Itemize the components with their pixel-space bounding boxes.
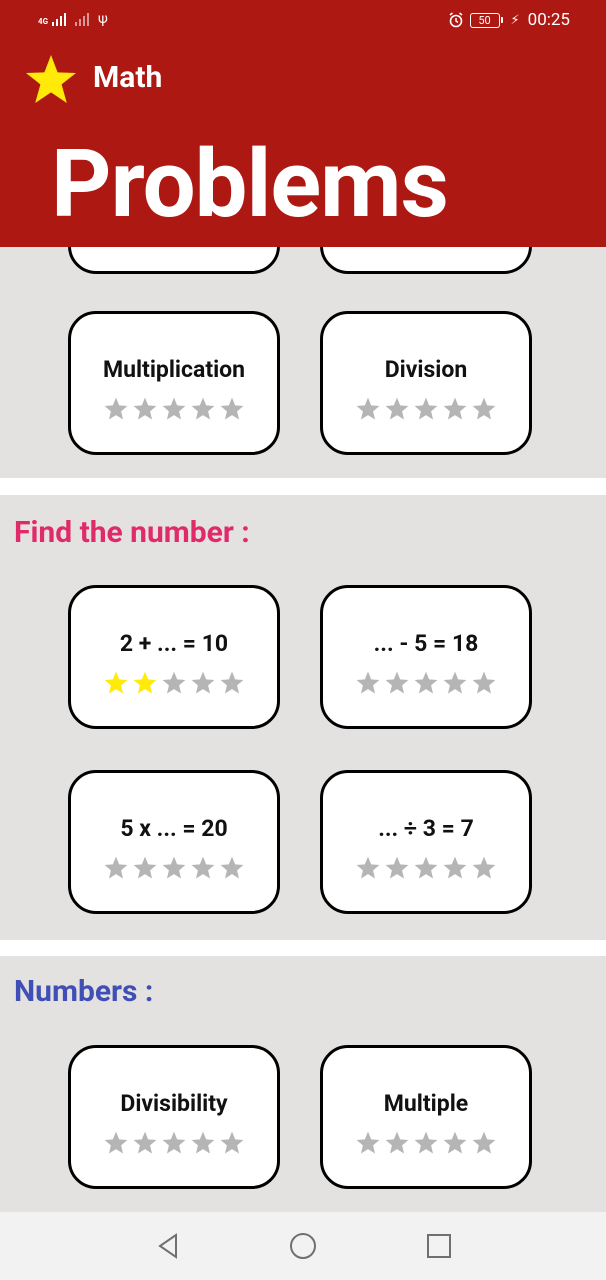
star-filled-icon — [104, 671, 128, 694]
star-empty-icon — [356, 856, 380, 879]
back-icon[interactable] — [153, 1231, 183, 1261]
star-empty-icon — [414, 1131, 438, 1154]
star-rating — [323, 855, 529, 881]
star-empty-icon — [162, 671, 186, 694]
card-find-subtraction[interactable]: ... - 5 = 18 — [320, 585, 532, 729]
star-empty-icon — [356, 397, 380, 420]
star-empty-icon — [472, 671, 496, 694]
star-empty-icon — [414, 671, 438, 694]
star-empty-icon — [385, 397, 409, 420]
network-type-label: 4G — [38, 17, 49, 26]
card-label: 2 + ... = 10 — [119, 630, 229, 657]
star-empty-icon — [472, 1131, 496, 1154]
star-empty-icon — [220, 397, 244, 420]
star-filled-icon — [133, 671, 157, 694]
card-find-multiplication[interactable]: 5 x ... = 20 — [68, 770, 280, 914]
star-empty-icon — [162, 1131, 186, 1154]
section-title-numbers: Numbers : — [14, 974, 154, 1009]
star-empty-icon — [443, 671, 467, 694]
card-divisibility[interactable]: Divisibility — [68, 1045, 280, 1189]
star-empty-icon — [162, 856, 186, 879]
app-header: 4G ψ 50 ⚡ 00:25 Math Problems — [0, 0, 606, 247]
star-empty-icon — [472, 856, 496, 879]
section-find-number: Find the number : 2 + ... = 10 ... - 5 =… — [0, 495, 606, 940]
star-empty-icon — [443, 397, 467, 420]
navigation-bar — [0, 1212, 606, 1280]
card-label: ... ÷ 3 = 7 — [378, 815, 474, 842]
recents-icon[interactable] — [424, 1231, 454, 1261]
star-empty-icon — [191, 397, 215, 420]
page-title: Problems — [51, 129, 449, 239]
no-signal-icon — [75, 12, 90, 26]
card-label: Division — [384, 356, 468, 383]
home-icon[interactable] — [288, 1231, 318, 1261]
star-empty-icon — [472, 397, 496, 420]
star-rating — [71, 1130, 277, 1156]
star-empty-icon — [191, 1131, 215, 1154]
section-numbers: Numbers : Divisibility Multiple — [0, 956, 606, 1216]
star-rating — [323, 396, 529, 422]
signal-icon — [52, 12, 67, 26]
star-empty-icon — [133, 397, 157, 420]
star-rating — [71, 670, 277, 696]
star-empty-icon — [191, 671, 215, 694]
star-empty-icon — [133, 856, 157, 879]
alarm-icon — [449, 12, 462, 28]
star-empty-icon — [385, 1131, 409, 1154]
star-rating — [71, 396, 277, 422]
status-bar: 4G ψ 50 ⚡ 00:25 — [0, 0, 606, 44]
card-find-addition[interactable]: 2 + ... = 10 — [68, 585, 280, 729]
star-empty-icon — [356, 1131, 380, 1154]
card-label: 5 x ... = 20 — [120, 815, 228, 842]
star-empty-icon — [443, 856, 467, 879]
app-name: Math — [93, 60, 163, 95]
card-label: ... - 5 = 18 — [373, 630, 479, 657]
star-empty-icon — [104, 397, 128, 420]
star-empty-icon — [356, 671, 380, 694]
card-label: Divisibility — [120, 1090, 228, 1117]
star-empty-icon — [104, 1131, 128, 1154]
card-label: Multiple — [383, 1090, 469, 1117]
card-multiple[interactable]: Multiple — [320, 1045, 532, 1189]
battery-level: 50 — [469, 12, 500, 28]
star-empty-icon — [414, 397, 438, 420]
card-division[interactable]: Division — [320, 311, 532, 455]
star-empty-icon — [191, 856, 215, 879]
star-empty-icon — [443, 1131, 467, 1154]
card-multiplication[interactable]: Multiplication — [68, 311, 280, 455]
section-title-find-number: Find the number : — [14, 515, 250, 550]
star-empty-icon — [104, 856, 128, 879]
status-time: 00:25 — [527, 10, 570, 30]
star-icon — [26, 55, 76, 103]
star-empty-icon — [220, 671, 244, 694]
star-empty-icon — [385, 856, 409, 879]
card-label: Multiplication — [102, 356, 246, 383]
usb-icon: ψ — [98, 11, 108, 27]
star-rating — [71, 855, 277, 881]
star-empty-icon — [162, 397, 186, 420]
star-empty-icon — [220, 1131, 244, 1154]
star-empty-icon — [385, 671, 409, 694]
battery-icon: 50 — [469, 12, 503, 28]
star-rating — [323, 1130, 529, 1156]
star-rating — [323, 670, 529, 696]
card-find-division[interactable]: ... ÷ 3 = 7 — [320, 770, 532, 914]
charging-icon: ⚡ — [510, 12, 520, 28]
star-empty-icon — [414, 856, 438, 879]
star-empty-icon — [133, 1131, 157, 1154]
star-empty-icon — [220, 856, 244, 879]
